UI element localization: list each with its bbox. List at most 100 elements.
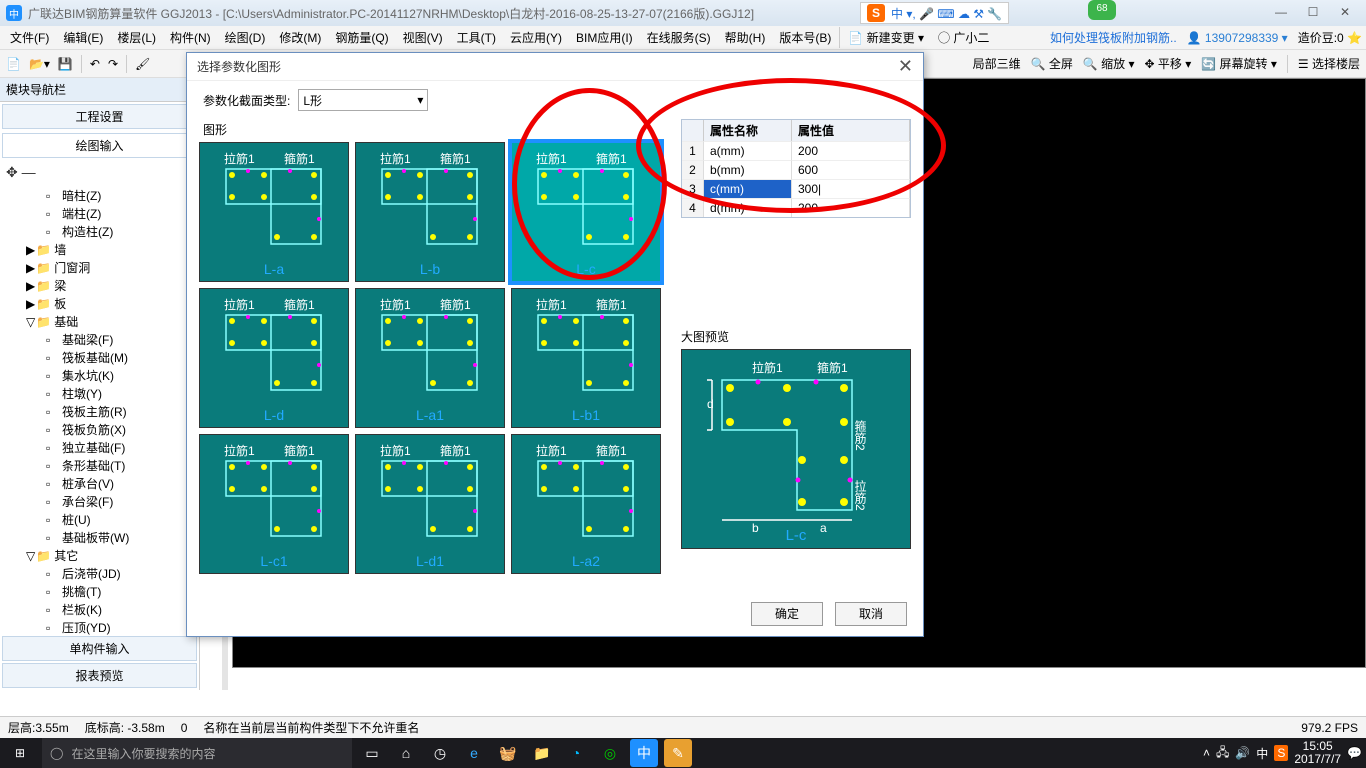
- app-icon-4[interactable]: ◎: [596, 739, 624, 767]
- single-component-button[interactable]: 单构件输入: [2, 636, 197, 661]
- ime-toolbar[interactable]: S 中 ▾, 🎤 ⌨ ☁ ⚒ 🔧: [860, 2, 1009, 24]
- param-row[interactable]: 3c(mm)300|: [682, 179, 910, 198]
- shape-option-L-a2[interactable]: 拉筋1箍筋1L-a2: [511, 434, 661, 574]
- redo-icon[interactable]: ↷: [108, 57, 118, 71]
- param-row[interactable]: 2b(mm)600: [682, 160, 910, 179]
- maximize-button[interactable]: ☐: [1298, 3, 1328, 23]
- radio-guangxiaoer[interactable]: ◯ 广小二: [932, 27, 995, 48]
- project-settings-button[interactable]: 工程设置: [2, 104, 197, 129]
- tree-node[interactable]: ▫筏板主筋(R): [46, 403, 195, 421]
- menu-edit[interactable]: 编辑(E): [57, 27, 109, 48]
- tree-node[interactable]: ▶📁 梁: [26, 277, 195, 295]
- open-icon[interactable]: 📂▾: [29, 57, 50, 71]
- tree-node[interactable]: ▫后浇带(JD): [46, 565, 195, 583]
- tree-node[interactable]: ▶📁 板: [26, 295, 195, 313]
- tool-rotate[interactable]: 🔄 屏幕旋转 ▾: [1201, 55, 1277, 73]
- menu-version[interactable]: 版本号(B): [773, 27, 837, 48]
- shape-option-L-b[interactable]: 拉筋1箍筋1L-b: [355, 142, 505, 282]
- app-icon-6[interactable]: ✎: [664, 739, 692, 767]
- tree-node[interactable]: ▫集水坑(K): [46, 367, 195, 385]
- shape-option-L-a[interactable]: 拉筋1箍筋1L-a: [199, 142, 349, 282]
- tree-node[interactable]: ▫压顶(YD): [46, 619, 195, 636]
- shape-option-L-c[interactable]: 拉筋1箍筋1L-c: [511, 142, 661, 282]
- tree-node[interactable]: ▫挑檐(T): [46, 583, 195, 601]
- tree-node[interactable]: ▫端柱(Z): [46, 205, 195, 223]
- start-button[interactable]: ⊞: [4, 738, 36, 768]
- save-icon[interactable]: 💾: [58, 57, 73, 71]
- menu-draw[interactable]: 绘图(D): [219, 27, 272, 48]
- tree-node[interactable]: ▫筏板基础(M): [46, 349, 195, 367]
- app-icon-3[interactable]: ◔: [562, 739, 590, 767]
- report-preview-button[interactable]: 报表预览: [2, 663, 197, 688]
- help-link[interactable]: 如何处理筏板附加钢筋..: [1050, 29, 1177, 46]
- undo-icon[interactable]: ↶: [90, 57, 100, 71]
- menu-tools[interactable]: 工具(T): [451, 27, 502, 48]
- tree-node[interactable]: ▫承台梁(F): [46, 493, 195, 511]
- tree-node[interactable]: ▽📁 其它: [26, 547, 195, 565]
- taskbar-clock[interactable]: 15:05 2017/7/7: [1294, 740, 1341, 766]
- tree-node[interactable]: ▫构造柱(Z): [46, 223, 195, 241]
- tree-node[interactable]: ▫桩(U): [46, 511, 195, 529]
- menu-help[interactable]: 帮助(H): [719, 27, 772, 48]
- menu-modify[interactable]: 修改(M): [273, 27, 327, 48]
- store-icon[interactable]: 🧺: [494, 739, 522, 767]
- tree-node[interactable]: ▫栏板(K): [46, 601, 195, 619]
- param-row[interactable]: 4d(mm)200: [682, 198, 910, 217]
- menu-view[interactable]: 视图(V): [397, 27, 449, 48]
- tray-chevron-icon[interactable]: ˄: [1203, 746, 1210, 760]
- tree-node[interactable]: ▫条形基础(T): [46, 457, 195, 475]
- menu-online[interactable]: 在线服务(S): [641, 27, 717, 48]
- dialog-close-button[interactable]: ✕: [898, 56, 913, 77]
- shape-option-L-c1[interactable]: 拉筋1箍筋1L-c1: [199, 434, 349, 574]
- tree-node[interactable]: ▫暗柱(Z): [46, 187, 195, 205]
- close-button[interactable]: ✕: [1330, 3, 1360, 23]
- tree-node[interactable]: ▫基础梁(F): [46, 331, 195, 349]
- menu-file[interactable]: 文件(F): [4, 27, 55, 48]
- tree-node[interactable]: ▫筏板负筋(X): [46, 421, 195, 439]
- tree-node[interactable]: ▫基础板带(W): [46, 529, 195, 547]
- app-icon-2[interactable]: ◷: [426, 739, 454, 767]
- new-change-button[interactable]: 📄 新建变更 ▾: [839, 27, 930, 48]
- tree-node[interactable]: ▶📁 门窗洞: [26, 259, 195, 277]
- folder-icon[interactable]: 📁: [528, 739, 556, 767]
- edge-icon[interactable]: e: [460, 739, 488, 767]
- tool-zoom[interactable]: 🔍 缩放 ▾: [1083, 55, 1135, 73]
- tray-network-icon[interactable]: 🖧: [1216, 743, 1229, 764]
- minimize-button[interactable]: —: [1266, 3, 1296, 23]
- tray-volume-icon[interactable]: 🔊: [1235, 746, 1250, 760]
- sidebar-icons[interactable]: ✥ —: [0, 160, 199, 185]
- menu-floor[interactable]: 楼层(L): [111, 27, 162, 48]
- draw-input-button[interactable]: 绘图输入: [2, 133, 197, 158]
- menu-bim[interactable]: BIM应用(I): [570, 27, 639, 48]
- shape-option-L-b1[interactable]: 拉筋1箍筋1L-b1: [511, 288, 661, 428]
- action-center-icon[interactable]: 💬: [1347, 746, 1362, 760]
- tool-select-floor[interactable]: ☰ 选择楼层: [1298, 55, 1360, 73]
- menu-rebar[interactable]: 钢筋量(Q): [329, 27, 394, 48]
- tree-node[interactable]: ▶📁 墙: [26, 241, 195, 259]
- cancel-button[interactable]: 取消: [835, 602, 907, 626]
- menu-cloud[interactable]: 云应用(Y): [504, 27, 568, 48]
- tool-pan[interactable]: ✥ 平移 ▾: [1145, 55, 1192, 73]
- tool-3d[interactable]: 局部三维: [973, 55, 1021, 73]
- menu-component[interactable]: 构件(N): [164, 27, 217, 48]
- shape-option-L-d[interactable]: 拉筋1箍筋1L-d: [199, 288, 349, 428]
- tray-sogou-icon[interactable]: S: [1274, 745, 1288, 761]
- taskview-icon[interactable]: ▭: [358, 739, 386, 767]
- user-account[interactable]: 👤 13907298339 ▾: [1187, 31, 1288, 45]
- tree-node[interactable]: ▫桩承台(V): [46, 475, 195, 493]
- section-type-select[interactable]: L形 ▾: [298, 89, 428, 111]
- tree-node[interactable]: ▫柱墩(Y): [46, 385, 195, 403]
- tree-node[interactable]: ▽📁 基础: [26, 313, 195, 331]
- app-icon-1[interactable]: ⌂: [392, 739, 420, 767]
- paint-icon[interactable]: 🖌: [135, 57, 150, 71]
- ok-button[interactable]: 确定: [751, 602, 823, 626]
- tool-fullscreen[interactable]: 🔍 全屏: [1031, 55, 1073, 73]
- shape-option-L-a1[interactable]: 拉筋1箍筋1L-a1: [355, 288, 505, 428]
- app-icon-5[interactable]: 中: [630, 739, 658, 767]
- tree-node[interactable]: ▫独立基础(F): [46, 439, 195, 457]
- new-icon[interactable]: 📄: [6, 57, 21, 71]
- param-row[interactable]: 1a(mm)200: [682, 141, 910, 160]
- shape-option-L-d1[interactable]: 拉筋1箍筋1L-d1: [355, 434, 505, 574]
- tray-ime-icon[interactable]: 中: [1256, 745, 1268, 762]
- taskbar-search[interactable]: ◯ 在这里输入你要搜索的内容: [42, 738, 352, 768]
